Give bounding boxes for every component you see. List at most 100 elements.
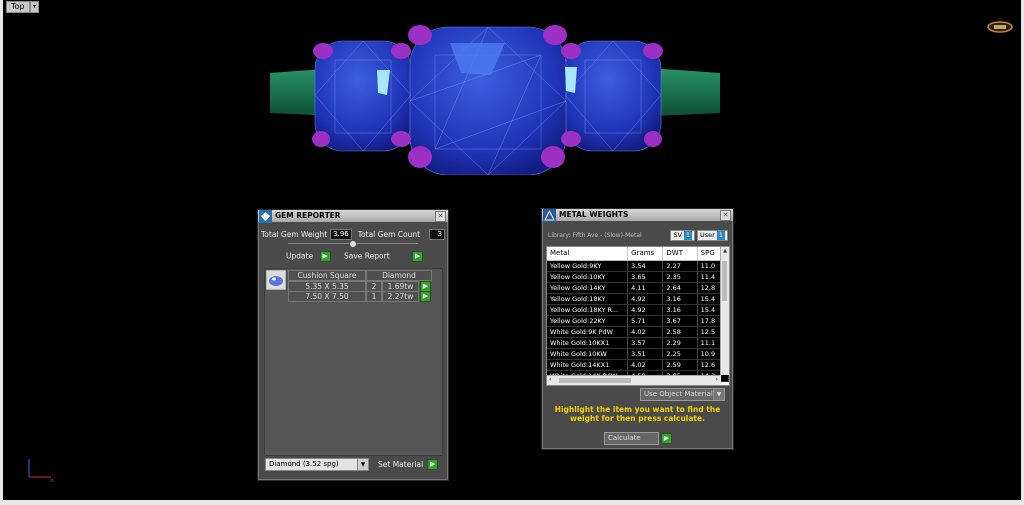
play-icon[interactable]: ▶ (412, 251, 424, 262)
gem-group-header[interactable]: Cushion Square Diamond (288, 270, 432, 281)
horizontal-scrollbar[interactable]: ‹ › (547, 375, 721, 385)
total-gem-weight-value: 3.96 (330, 228, 352, 240)
metal-grams: 4.02 (628, 360, 664, 370)
metal-dwt: 2.25 (663, 349, 698, 359)
gem-thumbnail-icon (266, 270, 286, 290)
view-dropdown-icon[interactable]: ▾ (30, 1, 39, 13)
metal-dwt: 2.58 (663, 327, 698, 337)
metal-name: Yellow Gold:14KY (547, 283, 629, 293)
arrow-right-icon[interactable]: › (716, 376, 718, 383)
metal-name: White Gold:10KW (547, 349, 629, 359)
tab-sv-count: 1 (683, 231, 693, 240)
column-header[interactable]: Metal (547, 247, 629, 260)
chevron-down-icon[interactable]: ▼ (713, 389, 724, 400)
metal-name: White Gold:10KX1 (547, 338, 629, 348)
tab-sv-label: SV (673, 231, 682, 239)
save-report-button[interactable]: Save Report ▶ (344, 251, 424, 262)
metal-grams: 3.65 (628, 272, 664, 282)
set-material-label: Set Material (378, 460, 424, 469)
metal-table[interactable]: Metal Grams DWT SPG Yellow Gold:9KY 3.54 2… (546, 246, 730, 386)
material-select[interactable]: Diamond (3.52 spg) ▼ (265, 458, 369, 471)
tab-sv[interactable]: SV 1 (670, 230, 696, 241)
table-row[interactable]: Yellow Gold:18KY 4.92 3.16 15.4 (547, 294, 729, 305)
scrollbar-thumb[interactable] (559, 378, 631, 383)
play-icon[interactable]: ▶ (319, 251, 331, 262)
svg-text:x: x (50, 477, 54, 483)
ring-model[interactable] (265, 15, 725, 175)
arrow-up-icon[interactable]: ▲ (721, 248, 729, 254)
axis-triad-icon: x (28, 459, 54, 483)
metal-grams: 4.92 (628, 294, 664, 304)
table-row[interactable]: Yellow Gold:18KY R... 4.92 3.16 15.4 (547, 305, 729, 316)
table-row[interactable]: White Gold:14KX1 4.02 2.59 12.6 (547, 360, 729, 371)
metal-weights-titlebar[interactable]: METAL WEIGHTS ✕ (542, 209, 733, 222)
calculate-label: Calculate (608, 434, 641, 442)
3d-viewport[interactable]: Top ▾ x (3, 0, 1021, 500)
metal-name: Yellow Gold:18KY R... (547, 305, 629, 315)
update-label: Update (286, 251, 314, 261)
column-header[interactable]: DWT (663, 247, 698, 260)
metal-grams: 3.54 (628, 261, 664, 271)
metal-grams: 5.71 (628, 316, 664, 326)
metal-dwt: 2.29 (663, 338, 698, 348)
metal-name: White Gold:14KX1 (547, 360, 629, 370)
view-name-label[interactable]: Top (6, 1, 30, 13)
gem-reporter-titlebar[interactable]: GEM REPORTER ✕ (258, 210, 448, 223)
metal-weights-title: METAL WEIGHTS (559, 210, 629, 219)
metal-dwt: 3.16 (663, 294, 698, 304)
update-button[interactable]: Update ▶ (286, 251, 331, 262)
metal-dwt: 2.35 (663, 272, 698, 282)
table-row[interactable]: Yellow Gold:22KY 5.71 3.67 17.8 (547, 316, 729, 327)
metal-dwt: 2.27 (663, 261, 698, 271)
use-object-materials-select[interactable]: Use Object Materials ▼ (640, 388, 725, 401)
set-material-button[interactable]: ▶ (427, 459, 439, 470)
metal-dwt: 3.67 (663, 316, 698, 326)
gem-size: 7.50 X 7.50 (288, 291, 366, 302)
metal-name: Yellow Gold:10KY (547, 272, 629, 282)
table-row[interactable]: 7.50 X 7.50 1 2.27tw ▶ (288, 291, 431, 302)
calculate-select[interactable]: Calculate (604, 432, 659, 445)
vertical-scrollbar[interactable]: ▲ (720, 247, 729, 375)
table-row[interactable]: Yellow Gold:14KY 4.11 2.64 12.8 (547, 283, 729, 294)
total-gem-weight-label: Total Gem Weight (261, 229, 328, 239)
calculate-button[interactable]: ▶ (661, 433, 672, 444)
play-icon[interactable]: ▶ (420, 291, 431, 302)
table-row[interactable]: White Gold:10KX1 3.57 2.29 11.1 (547, 338, 729, 349)
metal-grams: 4.02 (628, 327, 664, 337)
tab-user[interactable]: User 1 (697, 230, 728, 241)
metal-weights-panel: METAL WEIGHTS ✕ Library: Fifth Ave - (Sl… (541, 208, 734, 450)
table-row[interactable]: White Gold:10KW 3.51 2.25 10.9 (547, 349, 729, 360)
metal-name: Yellow Gold:18KY (547, 294, 629, 304)
column-header[interactable]: Grams (628, 247, 664, 260)
chevron-down-icon[interactable]: ▼ (357, 459, 368, 470)
metal-grams: 3.57 (628, 338, 664, 348)
gem-count: 1 (366, 291, 382, 302)
metal-grams: 4.92 (628, 305, 664, 315)
gem-list[interactable]: Cushion Square Diamond 5.35 X 5.35 2 1.6… (264, 268, 443, 456)
library-label: Library: Fifth Ave - (Slow)-Metal (548, 232, 642, 239)
close-icon[interactable]: ✕ (720, 210, 731, 221)
metal-name: White Gold:9K PdW (547, 327, 629, 337)
panel-slider-handle[interactable] (349, 240, 357, 248)
use-object-materials-value: Use Object Materials (644, 390, 717, 398)
tab-user-label: User (700, 231, 715, 239)
gem-shape: Cushion Square (288, 270, 366, 281)
material-select-value: Diamond (3.52 spg) (269, 460, 339, 468)
gem-reporter-title: GEM REPORTER (275, 211, 341, 220)
tab-user-count: 1 (716, 231, 725, 240)
close-icon[interactable]: ✕ (435, 211, 446, 222)
table-row[interactable]: Yellow Gold:10KY 3.65 2.35 11.4 (547, 272, 729, 283)
table-row[interactable]: 5.35 X 5.35 2 1.69tw ▶ (288, 281, 431, 292)
table-row[interactable]: Yellow Gold:9KY 3.54 2.27 11.0 (547, 261, 729, 272)
scrollbar-thumb[interactable] (722, 261, 727, 301)
gem-weight: 2.27tw (382, 291, 419, 302)
table-row[interactable]: White Gold:9K PdW 4.02 2.58 12.5 (547, 327, 729, 338)
total-gem-count-value: 3 (429, 228, 445, 240)
metal-dwt: 3.16 (663, 305, 698, 315)
save-report-label: Save Report (344, 251, 390, 261)
metal-dwt: 2.64 (663, 283, 698, 293)
total-gem-count-label: Total Gem Count (357, 229, 421, 239)
metal-name: Yellow Gold:22KY (547, 316, 629, 326)
compass-icon[interactable] (987, 21, 1013, 33)
arrow-left-icon[interactable]: ‹ (549, 376, 551, 383)
